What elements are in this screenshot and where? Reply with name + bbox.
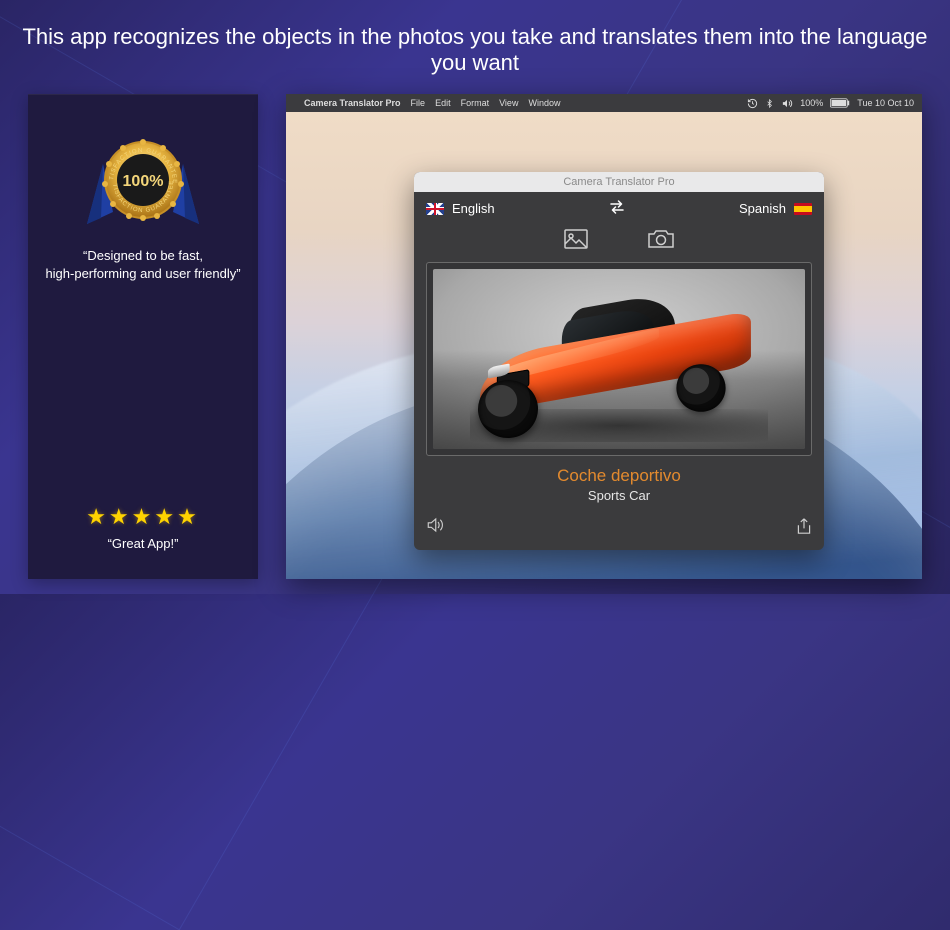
- menu-file[interactable]: File: [411, 98, 426, 108]
- menubar-clock[interactable]: Tue 10 Oct 10: [857, 98, 914, 108]
- battery-percent: 100%: [800, 98, 823, 108]
- camera-mode-button[interactable]: [648, 229, 674, 252]
- photo-preview-frame: [426, 262, 812, 456]
- menu-format[interactable]: Format: [461, 98, 490, 108]
- window-title: Camera Translator Pro: [414, 172, 824, 192]
- promo-sidebar: SATISFACTION GUARANTEED SATISFACTION GUA…: [28, 94, 258, 579]
- menu-window[interactable]: Window: [528, 98, 560, 108]
- translated-text: Coche deportivo: [414, 466, 824, 486]
- source-language-label: English: [452, 201, 495, 216]
- source-language[interactable]: English: [426, 201, 495, 216]
- spain-flag-icon: [794, 203, 812, 215]
- uk-flag-icon: [426, 203, 444, 215]
- timemachine-icon[interactable]: [747, 98, 758, 109]
- original-text: Sports Car: [414, 488, 824, 503]
- target-language[interactable]: Spanish: [739, 201, 812, 216]
- menu-edit[interactable]: Edit: [435, 98, 451, 108]
- seal-percent: 100%: [123, 173, 164, 190]
- promo-quote-1-line2: high-performing and user friendly”: [45, 265, 240, 283]
- target-language-label: Spanish: [739, 201, 786, 216]
- macos-menubar: Camera Translator Pro File Edit Format V…: [286, 94, 922, 112]
- desktop-screenshot: Camera Translator Pro File Edit Format V…: [286, 94, 922, 579]
- battery-icon[interactable]: [830, 98, 850, 108]
- bluetooth-icon[interactable]: [765, 98, 774, 109]
- volume-icon[interactable]: [781, 98, 793, 109]
- app-window: Camera Translator Pro English Spanish: [414, 172, 824, 550]
- menubar-app-name[interactable]: Camera Translator Pro: [304, 98, 401, 108]
- speak-button[interactable]: [426, 517, 444, 538]
- gallery-mode-button[interactable]: [564, 229, 588, 252]
- share-button[interactable]: [796, 517, 812, 538]
- page-headline: This app recognizes the objects in the p…: [0, 0, 950, 94]
- promo-quote-1-line1: “Designed to be fast,: [45, 247, 240, 265]
- promo-quote-2: “Great App!”: [108, 536, 179, 551]
- rating-stars: ★★★★★: [86, 504, 200, 530]
- menu-view[interactable]: View: [499, 98, 518, 108]
- swap-languages-button[interactable]: [608, 200, 626, 217]
- recognized-photo: [433, 269, 805, 449]
- promo-quote-1: “Designed to be fast, high-performing an…: [45, 247, 240, 283]
- guarantee-seal: SATISFACTION GUARANTEED SATISFACTION GUA…: [83, 130, 203, 235]
